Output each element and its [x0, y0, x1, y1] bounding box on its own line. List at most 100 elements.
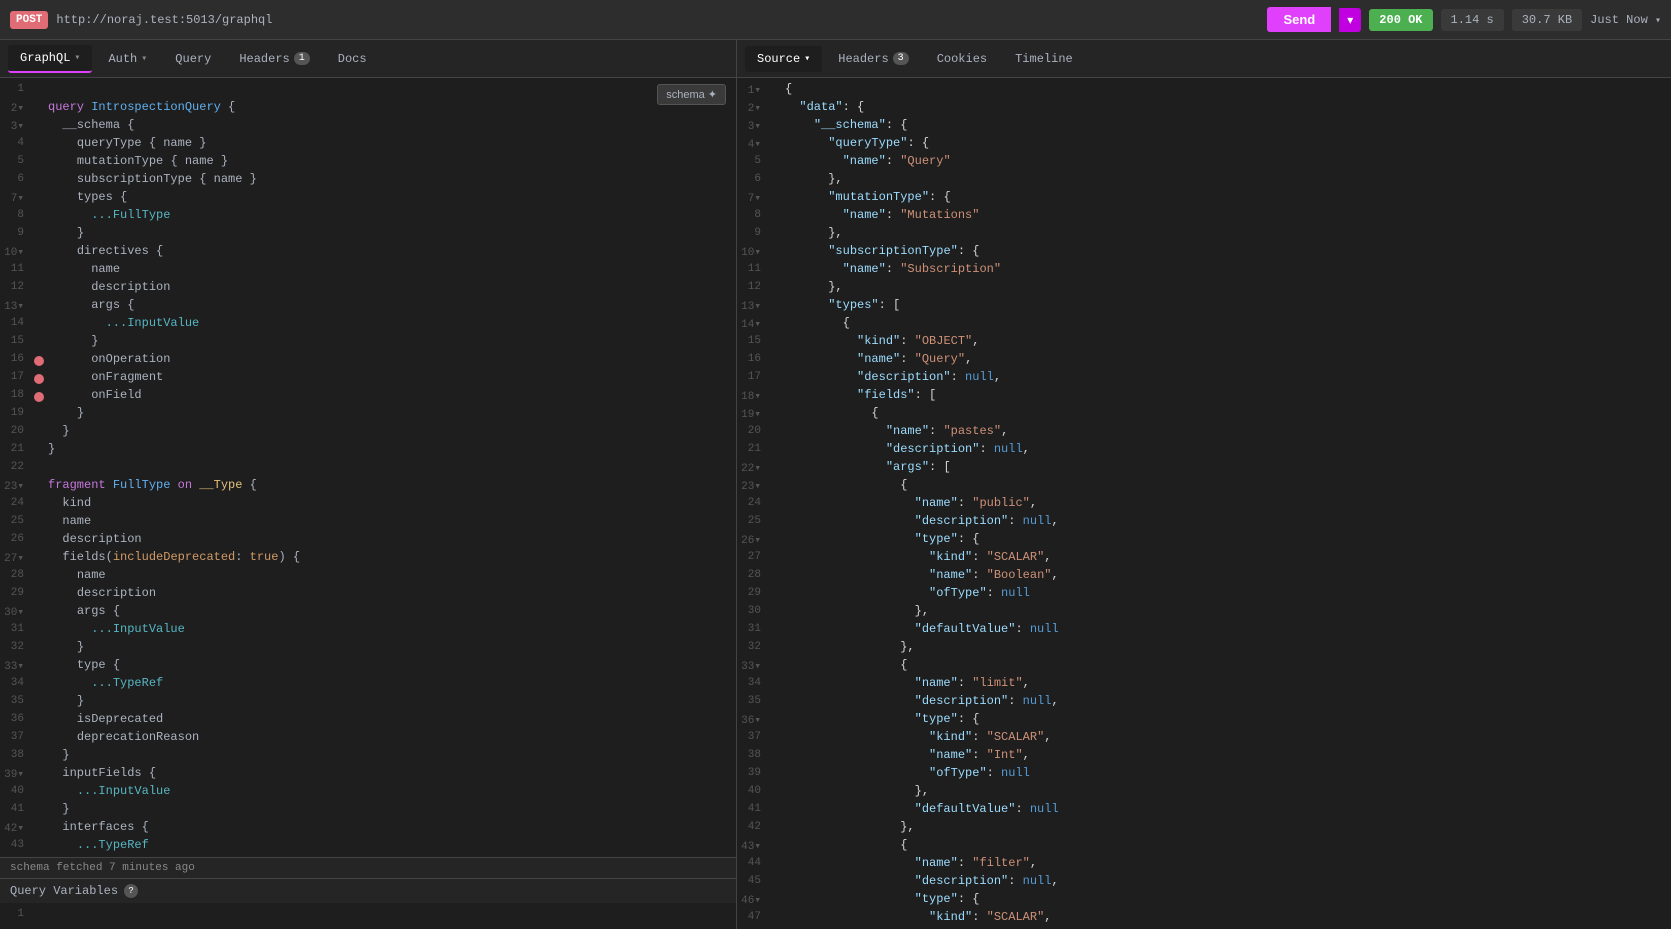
- code-line: 32 },: [737, 640, 1671, 658]
- response-headers-badge: 3: [893, 52, 909, 65]
- code-line: 25 "description": null,: [737, 514, 1671, 532]
- right-tab-bar: Source ▾ Headers 3 Cookies Timeline: [737, 40, 1671, 78]
- code-line: 42 },: [737, 820, 1671, 838]
- code-line: 19▾ {: [737, 406, 1671, 424]
- status-badge: 200 OK: [1369, 9, 1432, 31]
- code-line: 24 "name": "public",: [737, 496, 1671, 514]
- code-line: 26▾ "type": {: [737, 532, 1671, 550]
- code-line: 16 "name": "Query",: [737, 352, 1671, 370]
- code-line: 10▾ directives {: [0, 244, 736, 262]
- breakpoint-indicator: [34, 392, 44, 402]
- code-line: 38 }: [0, 748, 736, 766]
- code-line: 8 ...FullType: [0, 208, 736, 226]
- code-line: 36▾ "type": {: [737, 712, 1671, 730]
- query-variables-editor[interactable]: 1: [0, 903, 736, 929]
- code-line: 31 ...InputValue: [0, 622, 736, 640]
- tab-graphql[interactable]: GraphQL ▾: [8, 45, 92, 73]
- code-line: 4 queryType { name }: [0, 136, 736, 154]
- code-line: 43 ...TypeRef: [0, 838, 736, 856]
- code-line: 35 "description": null,: [737, 694, 1671, 712]
- code-line: 40 ...InputValue: [0, 784, 736, 802]
- tab-cookies[interactable]: Cookies: [925, 46, 999, 72]
- code-line: 5 "name": "Query": [737, 154, 1671, 172]
- tab-headers[interactable]: Headers 1: [227, 46, 321, 72]
- code-line: 40 },: [737, 784, 1671, 802]
- code-line: 2▾ "data": {: [737, 100, 1671, 118]
- query-variables-bar[interactable]: Query Variables ?: [0, 878, 736, 903]
- code-line: 17 "description": null,: [737, 370, 1671, 388]
- code-line: 45 "description": null,: [737, 874, 1671, 892]
- time-stat: 1.14 s: [1441, 9, 1504, 31]
- code-line: 41 }: [0, 802, 736, 820]
- tab-docs[interactable]: Docs: [326, 46, 379, 72]
- left-panel: GraphQL ▾ Auth ▾ Query Headers 1 Docs sc…: [0, 40, 737, 929]
- send-button[interactable]: Send: [1267, 7, 1331, 32]
- code-line: 12 description: [0, 280, 736, 298]
- code-line: 15 }: [0, 334, 736, 352]
- code-line: 30▾ args {: [0, 604, 736, 622]
- response-viewer[interactable]: 1▾ { 2▾ "data": { 3▾ "__schema": { 4▾ "q…: [737, 78, 1671, 929]
- code-line: 23▾ {: [737, 478, 1671, 496]
- tab-source[interactable]: Source ▾: [745, 46, 822, 72]
- code-line: 4▾ "queryType": {: [737, 136, 1671, 154]
- code-line: 23▾ fragment FullType on __Type {: [0, 478, 736, 496]
- code-line: 46▾ "type": {: [737, 892, 1671, 910]
- tab-query[interactable]: Query: [163, 46, 223, 72]
- code-line: 7▾ "mutationType": {: [737, 190, 1671, 208]
- tab-auth[interactable]: Auth ▾: [96, 46, 159, 72]
- timestamp-display[interactable]: Just Now ▾: [1590, 13, 1661, 27]
- code-line: 6 },: [737, 172, 1671, 190]
- code-line: 6 subscriptionType { name }: [0, 172, 736, 190]
- code-line: 11 "name": "Subscription": [737, 262, 1671, 280]
- auth-tab-arrow: ▾: [141, 53, 147, 65]
- code-line: 20 "name": "pastes",: [737, 424, 1671, 442]
- code-line: 33▾ type {: [0, 658, 736, 676]
- code-line: 41 "defaultValue": null: [737, 802, 1671, 820]
- url-display: http://noraj.test:5013/graphql: [56, 13, 1259, 27]
- code-line: 29 description: [0, 586, 736, 604]
- code-line: 47 "kind": "SCALAR",: [737, 910, 1671, 928]
- code-line: 22: [0, 460, 736, 478]
- code-line: 22▾ "args": [: [737, 460, 1671, 478]
- code-line: 21 }: [0, 442, 736, 460]
- code-line: 30 },: [737, 604, 1671, 622]
- send-dropdown-button[interactable]: ▾: [1339, 8, 1361, 32]
- code-line: 27 "kind": "SCALAR",: [737, 550, 1671, 568]
- code-line: 16 onOperation: [0, 352, 736, 370]
- code-line: 29 "ofType": null: [737, 586, 1671, 604]
- code-line: 3▾ "__schema": {: [737, 118, 1671, 136]
- query-editor[interactable]: schema ✦ 1 2▾ query IntrospectionQuery {…: [0, 78, 736, 857]
- code-line: 5 mutationType { name }: [0, 154, 736, 172]
- code-line: 37 deprecationReason: [0, 730, 736, 748]
- code-line: 34 ...TypeRef: [0, 676, 736, 694]
- graphql-tab-arrow: ▾: [74, 52, 80, 64]
- method-badge: POST: [10, 11, 48, 29]
- code-line: 24 kind: [0, 496, 736, 514]
- panels-container: GraphQL ▾ Auth ▾ Query Headers 1 Docs sc…: [0, 40, 1671, 929]
- status-bar: schema fetched 7 minutes ago: [0, 857, 736, 878]
- query-vars-label: Query Variables: [10, 884, 118, 898]
- tab-timeline[interactable]: Timeline: [1003, 46, 1085, 72]
- code-line: 2▾ query IntrospectionQuery {: [0, 100, 736, 118]
- code-line: 42▾ interfaces {: [0, 820, 736, 838]
- code-line: 28 name: [0, 568, 736, 586]
- code-line: 1: [0, 82, 736, 100]
- code-line: 43▾ {: [737, 838, 1671, 856]
- code-line: 21 "description": null,: [737, 442, 1671, 460]
- code-line: 37 "kind": "SCALAR",: [737, 730, 1671, 748]
- code-line: 44 "name": "filter",: [737, 856, 1671, 874]
- code-line: 18▾ "fields": [: [737, 388, 1671, 406]
- code-line: 25 name: [0, 514, 736, 532]
- code-line: 44 }: [0, 856, 736, 857]
- top-bar: POST http://noraj.test:5013/graphql Send…: [0, 0, 1671, 40]
- code-line: 14▾ {: [737, 316, 1671, 334]
- code-line: 8 "name": "Mutations": [737, 208, 1671, 226]
- code-line: 7▾ types {: [0, 190, 736, 208]
- code-line: 27▾ fields(includeDeprecated: true) {: [0, 550, 736, 568]
- code-line: 1: [0, 907, 736, 925]
- headers-badge: 1: [294, 52, 310, 65]
- source-tab-arrow: ▾: [804, 53, 810, 65]
- schema-button[interactable]: schema ✦: [657, 84, 726, 105]
- tab-headers-response[interactable]: Headers 3: [826, 46, 920, 72]
- code-line: 39 "ofType": null: [737, 766, 1671, 784]
